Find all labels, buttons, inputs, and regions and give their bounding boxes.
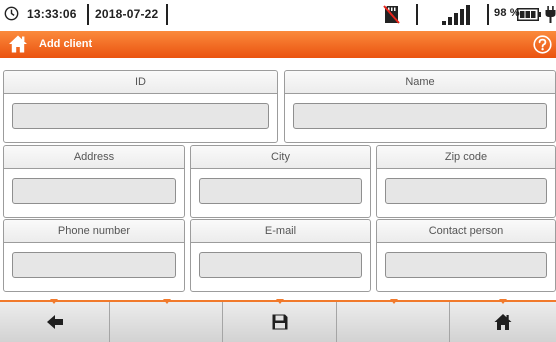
field-label-address: Address	[4, 146, 184, 169]
field-label-email: E-mail	[191, 220, 370, 243]
status-separator	[416, 4, 418, 25]
status-bar: 13:33:06 2018-07-22 98 %	[0, 0, 556, 29]
address-input[interactable]	[12, 178, 176, 204]
field-zip-code: Zip code	[376, 145, 556, 218]
status-separator	[166, 4, 168, 25]
contact-person-input[interactable]	[385, 252, 547, 278]
home-button[interactable]	[450, 302, 556, 342]
toolbar-notch	[50, 299, 58, 304]
battery-percent: 98 %	[494, 7, 520, 19]
empty-button	[337, 302, 450, 342]
email-input[interactable]	[199, 252, 362, 278]
back-button[interactable]	[0, 302, 110, 342]
field-label-contact-person: Contact person	[377, 220, 555, 243]
status-separator	[87, 4, 89, 25]
city-input[interactable]	[199, 178, 362, 204]
field-contact-person: Contact person	[376, 219, 556, 292]
help-icon[interactable]	[533, 35, 552, 54]
field-label-phone-number: Phone number	[4, 220, 184, 243]
toolbar-notch	[390, 299, 398, 304]
toolbar-notch	[163, 299, 171, 304]
field-city: City	[190, 145, 371, 218]
field-address: Address	[3, 145, 185, 218]
field-email: E-mail	[190, 219, 371, 292]
field-name: Name	[284, 70, 556, 143]
back-arrow-icon	[47, 315, 63, 329]
save-button[interactable]	[223, 302, 337, 342]
plug-icon	[545, 6, 556, 23]
field-label-city: City	[191, 146, 370, 169]
name-input[interactable]	[293, 103, 547, 129]
field-label-zip-code: Zip code	[377, 146, 555, 169]
field-label-name: Name	[285, 71, 555, 94]
save-icon	[272, 314, 288, 330]
status-date: 2018-07-22	[95, 7, 159, 21]
status-time: 13:33:06	[27, 7, 77, 21]
id-input[interactable]	[12, 103, 269, 129]
toolbar-notch	[276, 299, 284, 304]
home-icon	[494, 314, 512, 330]
battery-icon	[517, 8, 541, 21]
status-separator	[487, 4, 489, 25]
title-bar: Add client	[0, 31, 556, 58]
phone-number-input[interactable]	[12, 252, 176, 278]
signal-strength-icon	[442, 5, 470, 25]
sd-card-disabled-icon	[383, 5, 400, 24]
empty-button	[110, 302, 223, 342]
toolbar-notch	[499, 299, 507, 304]
field-phone-number: Phone number	[3, 219, 185, 292]
zip-code-input[interactable]	[385, 178, 547, 204]
field-id: ID	[3, 70, 278, 143]
home-icon[interactable]	[8, 34, 28, 54]
clock-icon	[4, 6, 19, 21]
page-title: Add client	[39, 38, 93, 50]
field-label-id: ID	[4, 71, 277, 94]
